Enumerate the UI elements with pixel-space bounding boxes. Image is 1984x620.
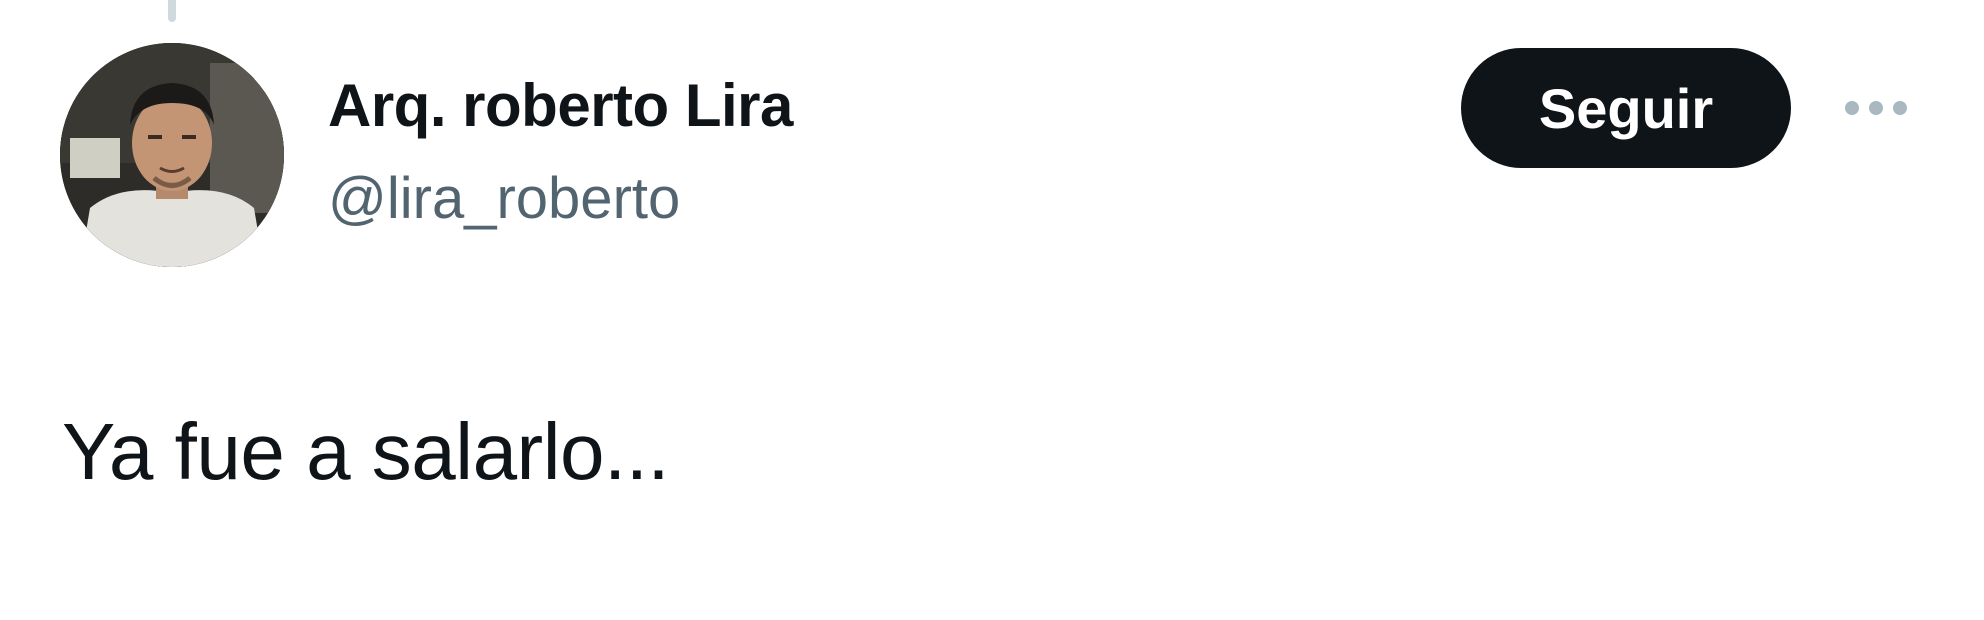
more-horizontal-icon [1840,100,1912,120]
avatar[interactable] [60,43,284,267]
follow-button[interactable]: Seguir [1461,48,1791,168]
avatar-photo [60,43,284,267]
author-display-name[interactable]: Arq. roberto Lira [328,70,793,142]
thread-connector-line [168,0,176,22]
author-info: Arq. roberto Lira @lira_roberto [328,70,793,234]
more-options-button[interactable] [1836,88,1916,132]
author-handle[interactable]: @lira_roberto [328,164,793,234]
tweet-text: Ya fue a salarlo... [62,407,670,496]
